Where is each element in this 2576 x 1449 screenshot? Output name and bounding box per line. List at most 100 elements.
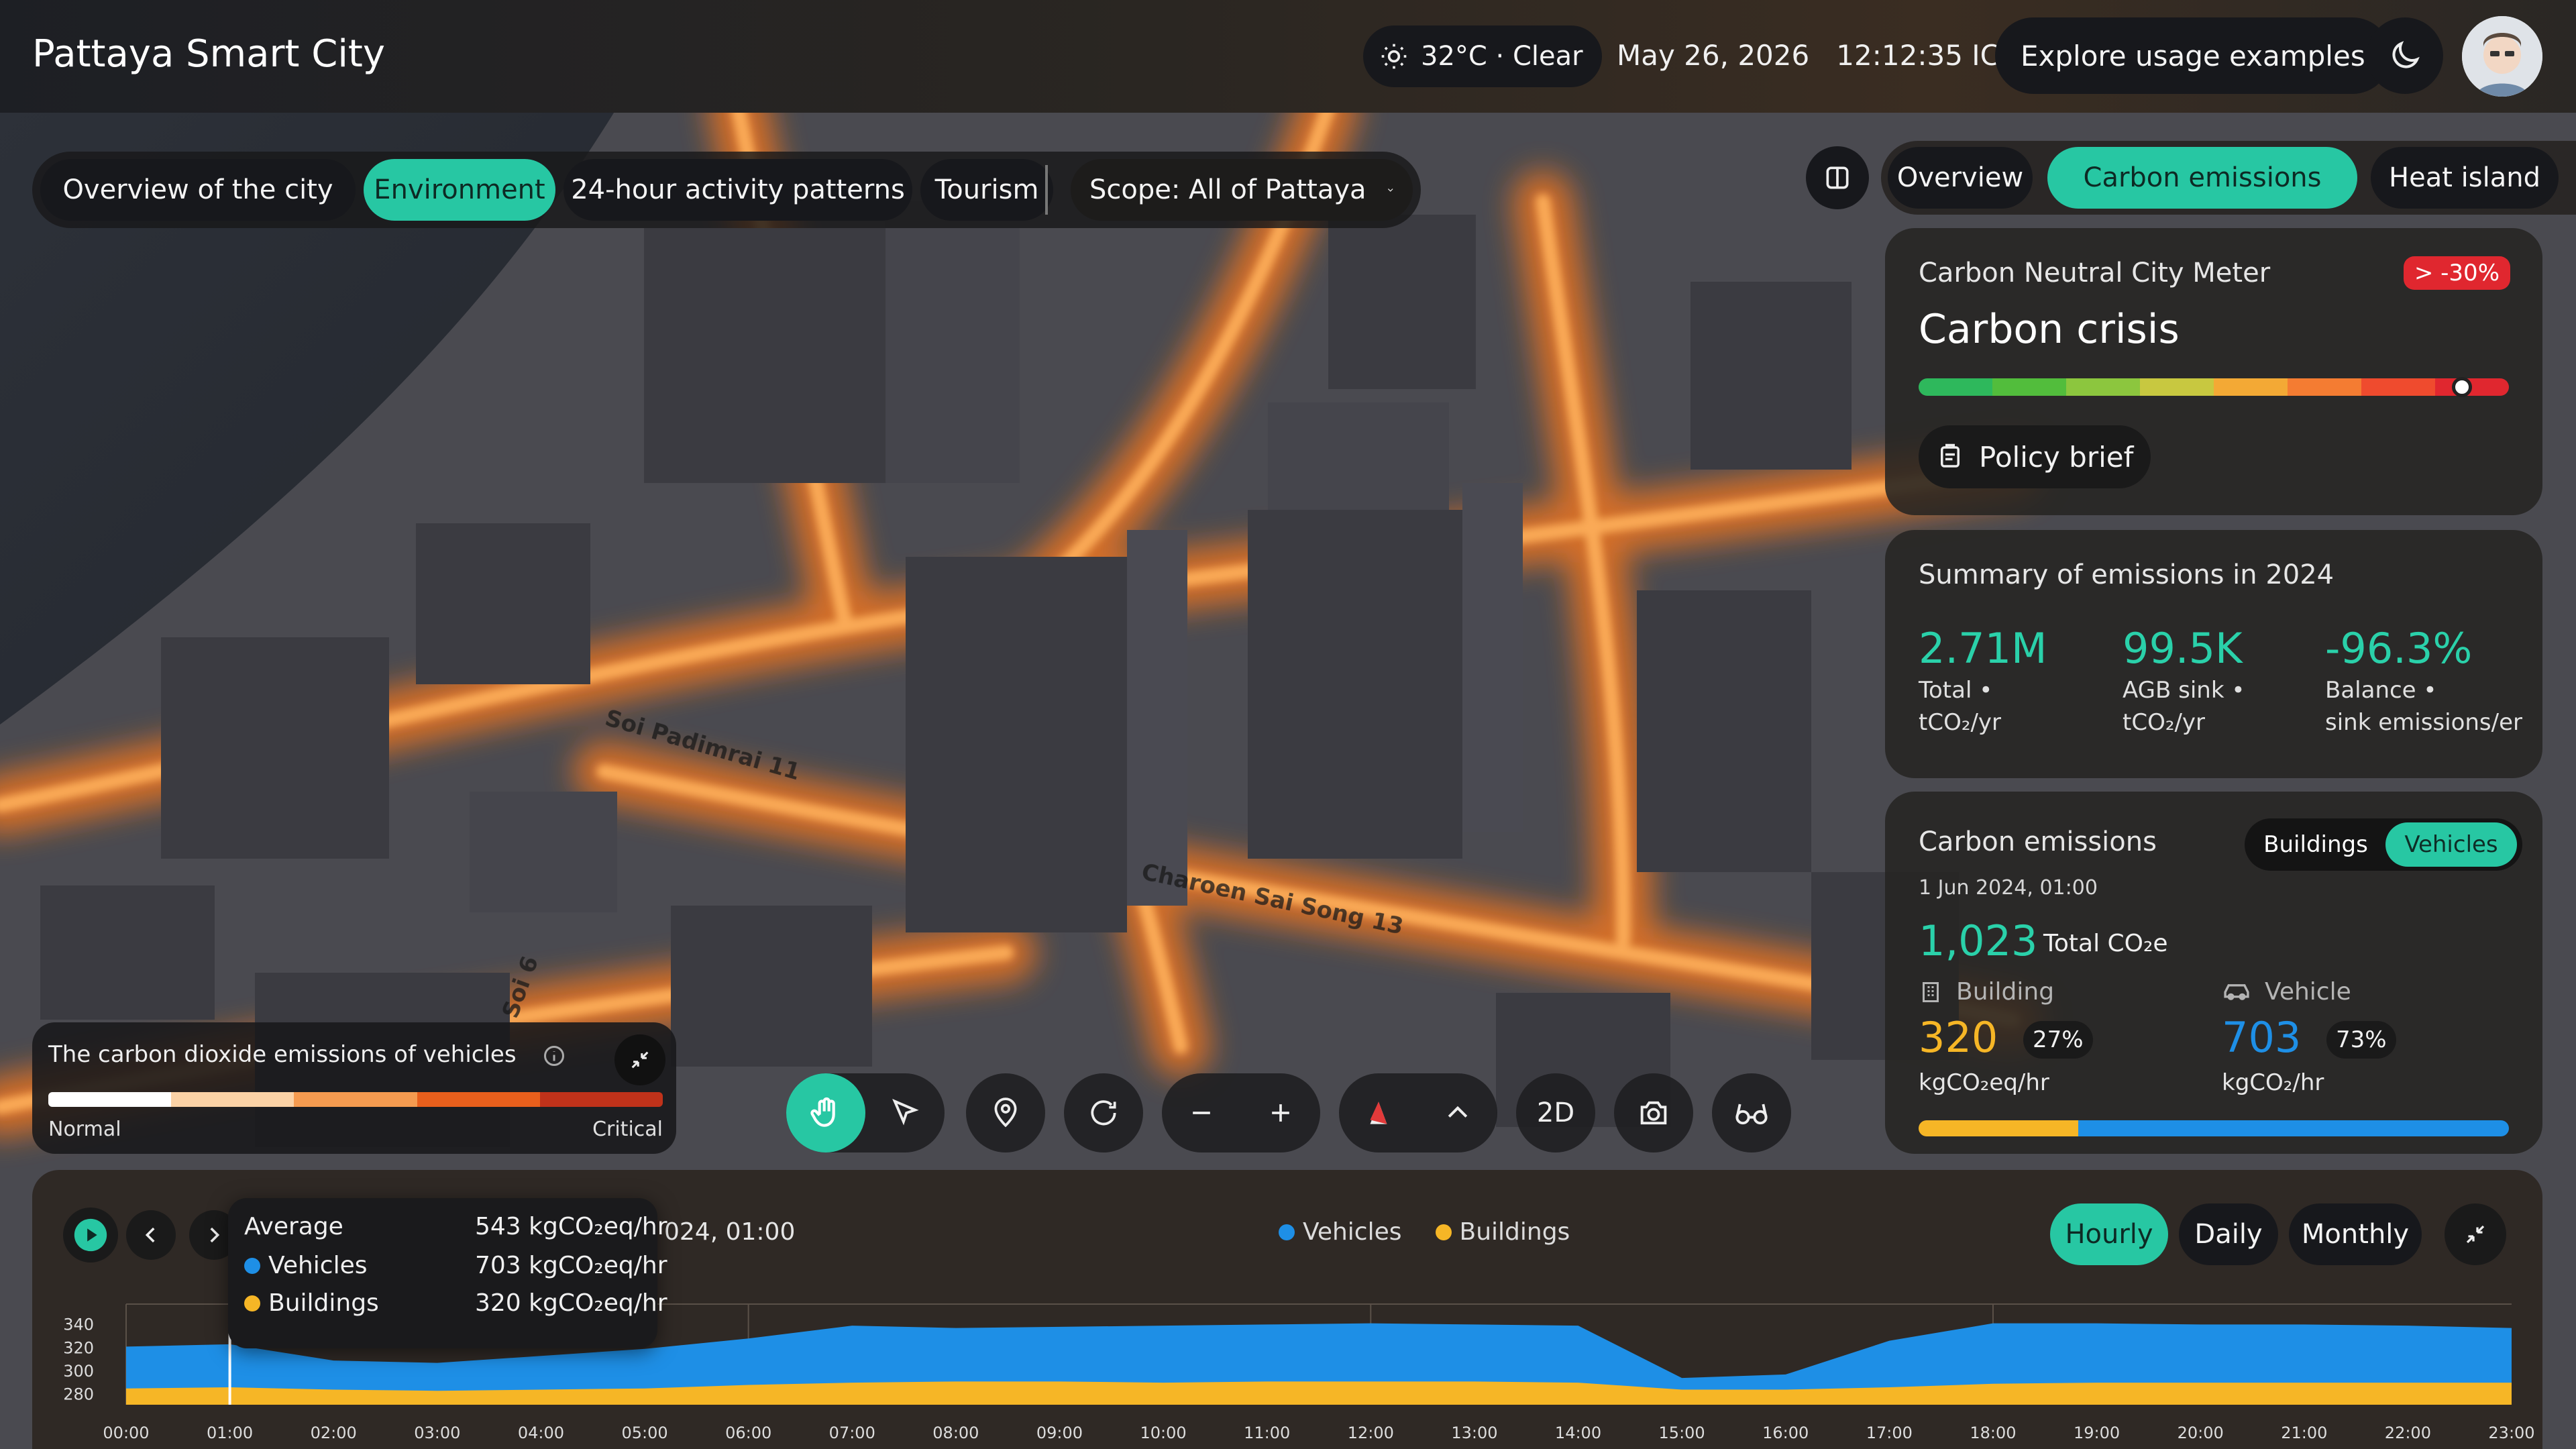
- emissions-date: 1 Jun 2024, 01:00: [1919, 876, 2098, 900]
- tab-carbon-emissions[interactable]: Carbon emissions: [2047, 147, 2357, 209]
- vehicle-percent: 73%: [2326, 1021, 2396, 1059]
- policy-brief-label: Policy brief: [1979, 440, 2134, 474]
- tooltip-vehicles: Vehicles: [244, 1252, 368, 1279]
- toggle-vehicles[interactable]: Vehicles: [2385, 822, 2517, 867]
- legend-dot-vehicles: [1279, 1224, 1295, 1240]
- chart-x-tick: 01:00: [207, 1424, 253, 1442]
- chart-y-tick: 340: [63, 1316, 94, 1334]
- chart-x-tick: 09:00: [1036, 1424, 1083, 1442]
- hand-icon: [810, 1097, 835, 1127]
- emissions-total-value: 1,023: [1919, 916, 2038, 965]
- explore-examples-button[interactable]: Explore usage examples: [1995, 17, 2391, 94]
- summary-title: Summary of emissions in 2024: [1919, 559, 2334, 590]
- tab-overview-of-city[interactable]: Overview of the city: [40, 159, 356, 221]
- tooltip-vehicles-value: 703 kgCO₂eq/hr: [475, 1252, 667, 1279]
- play-button[interactable]: [63, 1208, 118, 1263]
- legend-title: The carbon dioxide emissions of vehicles: [48, 1041, 517, 1068]
- tab-activity-patterns[interactable]: 24-hour activity patterns: [564, 159, 912, 221]
- chart-x-tick: 19:00: [2074, 1424, 2120, 1442]
- scope-select-value: Scope: All of Pattaya: [1089, 174, 1366, 205]
- legend-label-vehicles: Vehicles: [1303, 1218, 1402, 1246]
- pan-tool-button[interactable]: [786, 1073, 865, 1152]
- meter-segment: [2066, 378, 2140, 396]
- previous-button[interactable]: [126, 1210, 176, 1260]
- map-legend-card: The carbon dioxide emissions of vehicles…: [32, 1022, 676, 1154]
- sidebar-panel-icon: [1826, 166, 1849, 189]
- info-icon[interactable]: [542, 1044, 566, 1068]
- panel-toggle-button[interactable]: [1806, 146, 1869, 209]
- meter-segment: [2140, 378, 2214, 396]
- stat-balance: -96.3% Balance • sink emissions/er: [2325, 624, 2526, 736]
- share-bar-vehicles: [2078, 1120, 2509, 1136]
- rotate-button[interactable]: [1064, 1073, 1143, 1152]
- stat-total-label: Total •: [1919, 677, 1993, 704]
- vr-view-button[interactable]: [1712, 1073, 1791, 1152]
- tooltip-buildings-value: 320 kgCO₂eq/hr: [475, 1289, 667, 1317]
- scope-select[interactable]: Scope: All of Pattaya: [1071, 159, 1413, 221]
- chevron-right-icon: [210, 1227, 220, 1243]
- zoom-in-button[interactable]: [1241, 1073, 1320, 1152]
- chart-y-tick: 320: [63, 1338, 94, 1357]
- meter-segment: [1992, 378, 2066, 396]
- building-icon: [1923, 981, 1939, 1002]
- stat-sink-label: AGB sink •: [2123, 677, 2245, 704]
- chart-x-tick: 08:00: [932, 1424, 979, 1442]
- view-mode-button[interactable]: 2D: [1516, 1073, 1595, 1152]
- legend-high-label: Critical: [592, 1118, 663, 1141]
- emissions-share-bar: [1919, 1120, 2509, 1136]
- select-tool-button[interactable]: [865, 1073, 945, 1152]
- building-value: 320: [1919, 1013, 1998, 1062]
- place-pin-button[interactable]: [966, 1073, 1045, 1152]
- legend-dot-buildings: [1435, 1224, 1452, 1240]
- legend-color-scale: [48, 1092, 663, 1107]
- compass-button[interactable]: [1339, 1073, 1418, 1152]
- chart-x-tick: 12:00: [1348, 1424, 1394, 1442]
- zoom-controls: [1162, 1073, 1320, 1152]
- collapse-icon: [2466, 1225, 2485, 1244]
- chart-x-tick: 11:00: [1244, 1424, 1290, 1442]
- building-unit: kgCO₂eq/hr: [1919, 1069, 2049, 1096]
- sun-icon: [1381, 44, 1407, 69]
- emissions-title: Carbon emissions: [1919, 826, 2157, 857]
- legend-scale-segment: [48, 1092, 172, 1107]
- screenshot-button[interactable]: [1614, 1073, 1693, 1152]
- meter-status: Carbon crisis: [1919, 306, 2180, 353]
- app-root: Soi Padimrai 11 Charoen Sai Song 13 Soi …: [0, 0, 2576, 1449]
- timeline-legend: Vehicles Buildings: [1279, 1218, 1603, 1246]
- chevron-down-icon: [1387, 189, 1393, 192]
- tilt-button[interactable]: [1418, 1073, 1497, 1152]
- stat-sink-unit: tCO₂/yr: [2123, 709, 2206, 736]
- chart-y-tick: 300: [63, 1362, 94, 1381]
- theme-toggle-button[interactable]: [2367, 17, 2443, 94]
- stat-total-value: 2.71M: [1919, 624, 2047, 673]
- chart-x-tick: 18:00: [1970, 1424, 2016, 1442]
- chevron-left-icon: [145, 1227, 155, 1243]
- toggle-buildings[interactable]: Buildings: [2249, 822, 2383, 867]
- zoom-out-button[interactable]: [1162, 1073, 1241, 1152]
- stat-sink-value: 99.5K: [2123, 624, 2243, 673]
- tab-right-overview[interactable]: Overview: [1888, 147, 2033, 209]
- chart-tooltip: Average 543 kgCO₂eq/hr Vehicles 703 kgCO…: [228, 1198, 667, 1348]
- period-monthly-button[interactable]: Monthly: [2289, 1203, 2422, 1265]
- tool-group-cursor: [786, 1073, 945, 1152]
- timeline-collapse-button[interactable]: [2445, 1203, 2506, 1265]
- tab-environment[interactable]: Environment: [364, 159, 555, 221]
- stat-total: 2.71M Total • tCO₂/yr: [1919, 624, 2120, 736]
- period-daily-button[interactable]: Daily: [2179, 1203, 2278, 1265]
- compass-icon: [1370, 1102, 1387, 1124]
- tooltip-vehicles-label: Vehicles: [268, 1252, 368, 1279]
- orientation-controls: [1339, 1073, 1497, 1152]
- car-icon: [2224, 983, 2249, 1000]
- chart-x-tick: 15:00: [1659, 1424, 1705, 1442]
- avatar[interactable]: [2462, 16, 2542, 97]
- legend-collapse-button[interactable]: [614, 1034, 665, 1085]
- legend-item-vehicles: Vehicles: [1279, 1218, 1402, 1246]
- tab-heat-island[interactable]: Heat island: [2371, 147, 2559, 209]
- period-hourly-button[interactable]: Hourly: [2050, 1203, 2168, 1265]
- stat-agb-sink: 99.5K AGB sink • tCO₂/yr: [2123, 624, 2324, 736]
- policy-brief-button[interactable]: Policy brief: [1919, 425, 2151, 488]
- building-percent: 27%: [2023, 1021, 2093, 1059]
- camera-icon: [1640, 1101, 1667, 1125]
- tab-tourism[interactable]: Tourism: [920, 159, 1053, 221]
- legend-scale-segment: [539, 1092, 663, 1107]
